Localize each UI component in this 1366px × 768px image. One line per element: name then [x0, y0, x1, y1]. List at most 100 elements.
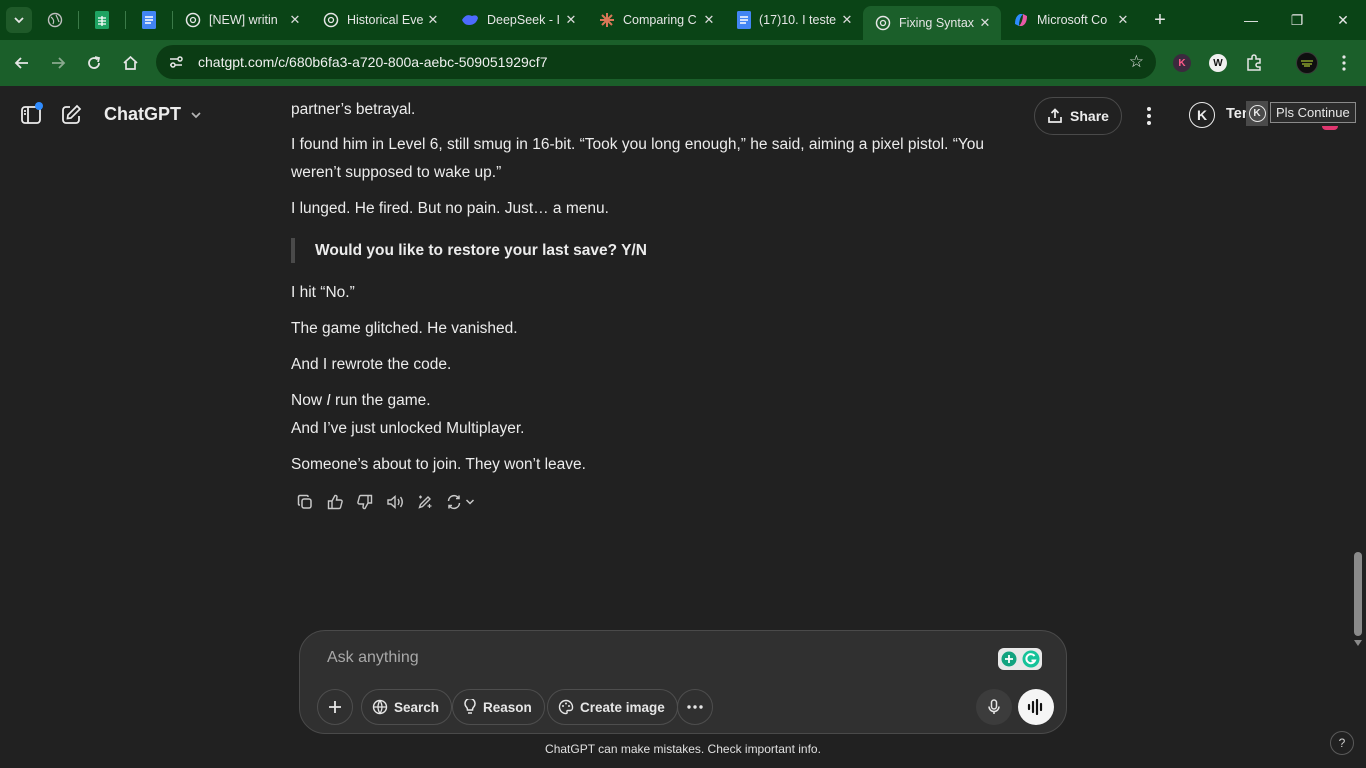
close-icon[interactable]: ✕	[287, 12, 303, 28]
globe-icon	[47, 12, 63, 28]
disclaimer: ChatGPT can make mistakes. Check importa…	[545, 742, 821, 756]
globe-icon	[372, 699, 388, 715]
tab-deepseek[interactable]: DeepSeek - I ✕	[449, 4, 587, 36]
grammarly-icon	[1022, 650, 1039, 668]
dictate-button[interactable]	[976, 689, 1012, 725]
message-paragraph: I found him in Level 6, still smug in 16…	[291, 136, 985, 181]
pinned-tab-sheets[interactable]	[79, 4, 125, 36]
more-tools-button[interactable]	[677, 689, 713, 725]
new-chat-icon	[62, 104, 82, 124]
chatgpt-icon	[323, 12, 339, 28]
pinned-tab-globe[interactable]	[32, 4, 78, 36]
browser-tab-bar: [NEW] writin ✕ Historical Eve ✕ DeepSeek…	[0, 0, 1366, 40]
palette-icon	[558, 699, 574, 715]
docs-icon	[737, 11, 751, 29]
microphone-icon	[988, 699, 1000, 714]
scrollbar-thumb[interactable]	[1354, 552, 1362, 636]
prompt-input[interactable]: Ask anything	[327, 649, 419, 667]
extension-k-badge[interactable]: K	[1246, 101, 1268, 126]
close-icon[interactable]: ✕	[701, 12, 717, 28]
tab-label: DeepSeek - I	[487, 13, 560, 27]
browser-menu-button[interactable]	[1330, 49, 1358, 77]
regenerate-button[interactable]	[440, 491, 480, 513]
tab-label: Microsoft Co	[1037, 13, 1108, 27]
read-aloud-button[interactable]	[380, 491, 410, 513]
share-icon	[1048, 108, 1062, 123]
deepseek-icon	[462, 15, 478, 25]
search-button[interactable]: Search	[361, 689, 453, 725]
close-icon[interactable]: ✕	[563, 12, 579, 28]
tab-comparing[interactable]: Comparing C ✕	[587, 4, 725, 36]
share-button[interactable]: Share	[1034, 97, 1122, 135]
text-run: And I’ve just unlocked Multiplayer.	[291, 420, 525, 437]
arrow-right-icon	[52, 57, 66, 69]
tab-label: Fixing Syntax	[899, 16, 975, 30]
reason-button[interactable]: Reason	[452, 689, 545, 725]
back-button[interactable]	[4, 45, 40, 81]
close-icon[interactable]: ✕	[1115, 12, 1131, 28]
copy-icon	[297, 494, 312, 509]
good-response-button[interactable]	[320, 491, 350, 513]
tooltip: Pls Continue	[1270, 102, 1356, 123]
tab-label: Historical Eve	[347, 13, 424, 27]
grammarly-widget[interactable]	[998, 648, 1042, 670]
blockquote: Would you like to restore your last save…	[291, 238, 647, 263]
kebab-menu-icon	[1147, 107, 1151, 125]
message-paragraph: The game glitched. He vanished.	[291, 320, 518, 337]
extensions-button[interactable]	[1240, 49, 1268, 77]
site-info-icon[interactable]	[168, 54, 184, 70]
home-button[interactable]	[112, 45, 148, 81]
tab-historical-events[interactable]: Historical Eve ✕	[311, 4, 449, 36]
create-image-label: Create image	[580, 699, 665, 715]
window-close-icon[interactable]: ✕	[1320, 12, 1366, 29]
extension-k[interactable]: K	[1168, 49, 1196, 77]
attach-button[interactable]	[317, 689, 353, 725]
tab-new-writing[interactable]: [NEW] writin ✕	[173, 4, 311, 36]
text-run: run the game.	[330, 392, 431, 409]
extension-k-badge-icon: K	[1248, 105, 1266, 122]
new-chat-button[interactable]	[60, 104, 82, 131]
chevron-down-icon	[465, 499, 474, 505]
close-icon[interactable]: ✕	[839, 12, 855, 28]
tab-microsoft-copilot[interactable]: Microsoft Co ✕	[1001, 4, 1139, 36]
create-image-button[interactable]: Create image	[547, 689, 678, 725]
voice-wave-icon	[1027, 699, 1043, 715]
new-tab-button[interactable]: +	[1145, 9, 1175, 32]
user-avatar[interactable]: K	[1189, 102, 1215, 128]
edit-canvas-button[interactable]	[410, 491, 440, 513]
conversation-options-button[interactable]	[1146, 106, 1152, 131]
sheets-icon	[95, 11, 109, 29]
voice-mode-button[interactable]	[1018, 689, 1054, 725]
tab-docs-test[interactable]: (17)10. I teste ✕	[725, 4, 863, 36]
model-switcher[interactable]: ChatGPT	[104, 104, 202, 125]
home-icon	[122, 55, 138, 70]
pen-sparkle-icon	[418, 495, 432, 509]
bad-response-button[interactable]	[350, 491, 380, 513]
message-paragraph: I lunged. He fired. But no pain. Just… a…	[291, 200, 609, 217]
copy-button[interactable]	[290, 491, 320, 513]
help-button[interactable]: ?	[1330, 731, 1354, 755]
chevron-down-icon	[14, 17, 24, 24]
bookmark-star-icon[interactable]: ☆	[1129, 52, 1144, 72]
forward-button[interactable]	[40, 45, 76, 81]
tab-label: [NEW] writin	[209, 13, 278, 27]
tab-fixing-syntax[interactable]: Fixing Syntax ✕	[863, 6, 1001, 40]
notification-dot	[35, 102, 43, 110]
profile-avatar[interactable]	[1293, 49, 1321, 77]
close-icon[interactable]: ✕	[425, 12, 441, 28]
sidebar-toggle-button[interactable]	[20, 102, 43, 131]
pinned-tab-docs[interactable]	[126, 4, 172, 36]
scroll-down-arrow-icon[interactable]	[1354, 640, 1362, 646]
puzzle-icon	[1247, 54, 1261, 71]
minimize-icon[interactable]: —	[1228, 12, 1274, 29]
reload-button[interactable]	[76, 45, 112, 81]
thumbs-up-icon	[327, 494, 343, 510]
plus-icon	[329, 701, 341, 713]
address-bar[interactable]: chatgpt.com/c/680b6fa3-a720-800a-aebc-50…	[156, 45, 1156, 79]
tab-search-button[interactable]	[6, 7, 32, 33]
profile-logo-icon	[1301, 60, 1313, 67]
restore-icon[interactable]: ❐	[1274, 12, 1320, 29]
close-icon[interactable]: ✕	[977, 15, 993, 31]
extension-w[interactable]: W	[1204, 49, 1232, 77]
extension-w-icon: W	[1209, 54, 1227, 72]
